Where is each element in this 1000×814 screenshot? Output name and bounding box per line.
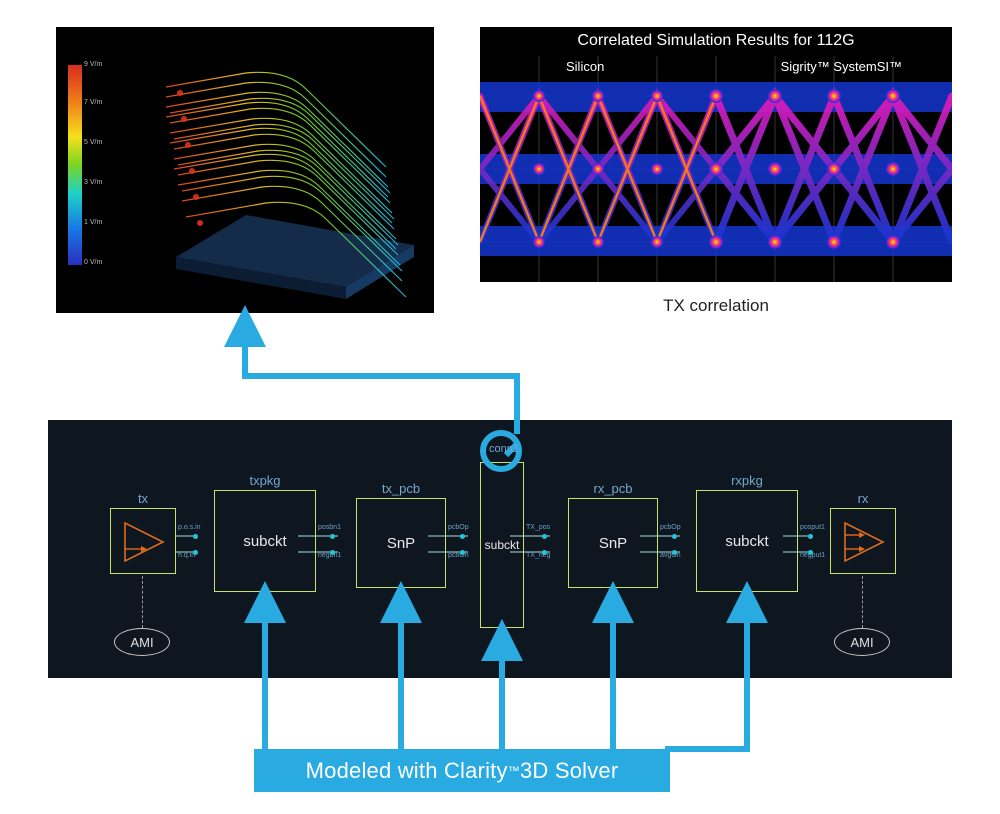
eye-diagram-canvas: Silicon Sigrity™ SystemSI™ bbox=[480, 56, 952, 282]
block-content: SnP bbox=[569, 499, 657, 587]
block-content: subckt bbox=[481, 463, 523, 627]
colorbar-label: 3 V/m bbox=[84, 179, 102, 186]
block-label: rx_pcb bbox=[569, 481, 657, 496]
block-rxpcb: rx_pcb SnP bbox=[568, 498, 658, 588]
block-label: tx_pcb bbox=[357, 481, 445, 496]
block-rxpkg: rxpkg subckt bbox=[696, 490, 798, 592]
colorbar-label: 9 V/m bbox=[84, 61, 102, 68]
block-tx: tx bbox=[110, 508, 176, 574]
eye-left-label: Silicon bbox=[566, 59, 604, 74]
colorbar-label: 5 V/m bbox=[84, 139, 102, 146]
clarity-banner: Modeled with Clarity ™ 3D Solver bbox=[254, 749, 670, 792]
colorbar-label: 7 V/m bbox=[84, 99, 102, 106]
amp-rx-icon bbox=[831, 509, 897, 575]
eye-diagram-panel: Correlated Simulation Results for 112G S… bbox=[480, 27, 952, 316]
amp-tx-icon bbox=[111, 509, 177, 575]
block-label: rxpkg bbox=[697, 473, 797, 488]
block-content: subckt bbox=[697, 491, 797, 591]
ami-label-rx: AMI bbox=[834, 628, 890, 656]
eye-diagram-title: Correlated Simulation Results for 112G bbox=[480, 27, 952, 56]
banner-text-prefix: Modeled with Clarity bbox=[306, 758, 508, 784]
ami-label-tx: AMI bbox=[114, 628, 170, 656]
colorbar bbox=[68, 65, 82, 265]
conn1-callout-label: conn1 bbox=[489, 443, 519, 455]
block-label: tx bbox=[111, 491, 175, 506]
block-conn1: subckt bbox=[480, 462, 524, 628]
block-label: txpkg bbox=[215, 473, 315, 488]
eye-diagram-caption: TX correlation bbox=[480, 296, 952, 316]
colorbar-label: 1 V/m bbox=[84, 219, 102, 226]
em-field-render: 9 V/m 7 V/m 5 V/m 3 V/m 1 V/m 0 V/m bbox=[56, 27, 434, 313]
mesh-3d-icon bbox=[136, 47, 426, 307]
block-content: subckt bbox=[215, 491, 315, 591]
block-content: SnP bbox=[357, 499, 445, 587]
eye-diagram-svg bbox=[480, 56, 952, 282]
banner-tm: ™ bbox=[508, 764, 520, 778]
block-rx: rx bbox=[830, 508, 896, 574]
block-label: rx bbox=[831, 491, 895, 506]
block-txpcb: tx_pcb SnP bbox=[356, 498, 446, 588]
eye-right-label: Sigrity™ SystemSI™ bbox=[781, 59, 902, 74]
colorbar-label: 0 V/m bbox=[84, 259, 102, 266]
banner-text-suffix: 3D Solver bbox=[520, 758, 618, 784]
block-txpkg: txpkg subckt bbox=[214, 490, 316, 592]
